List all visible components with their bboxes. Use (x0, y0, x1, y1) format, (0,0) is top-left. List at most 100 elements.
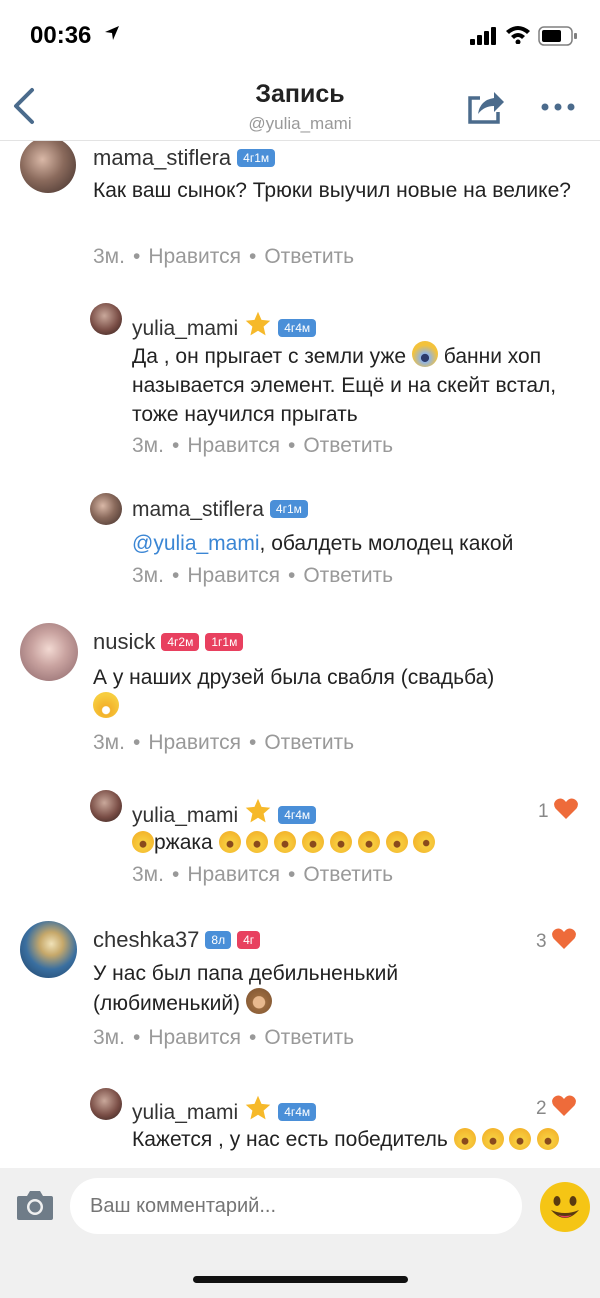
grinning-sweat-icon (93, 692, 119, 718)
comment-text-part: Да , он прыгает с земли уже (132, 345, 407, 368)
comment-meta: 3м. • Нравится • Ответить (93, 731, 355, 754)
laughing-tears-icon (132, 831, 154, 853)
page-title: Запись (255, 80, 345, 108)
comment-username[interactable]: yulia_mami 4г4м (132, 1094, 317, 1125)
like-count-value: 3 (536, 931, 547, 952)
comment-age: 3м. (93, 1026, 125, 1049)
like-link[interactable]: Нравится (148, 245, 241, 268)
comment-age: 3м. (132, 564, 164, 587)
heart-icon[interactable] (551, 927, 577, 951)
battery-icon (538, 26, 577, 46)
signal-icon (470, 27, 496, 45)
reply-link[interactable]: Ответить (264, 245, 354, 268)
like-link[interactable]: Нравится (148, 731, 241, 754)
reply-link[interactable]: Ответить (303, 863, 393, 886)
comment-meta: 3м. • Нравится • Ответить (132, 564, 394, 587)
comment-username[interactable]: cheshka37 8л 4г (93, 927, 261, 953)
user-badge: 4г4м (278, 319, 317, 337)
reply-link[interactable]: Ответить (264, 731, 354, 754)
reply-link[interactable]: Ответить (264, 1026, 354, 1049)
username-text[interactable]: cheshka37 (93, 927, 199, 952)
like-count[interactable]: 1 (538, 797, 579, 823)
comment-item: mama_stiflera 4г1м Как ваш сынок? Трюки в… (0, 141, 600, 281)
star-icon (245, 798, 271, 823)
comment-text-part: У нас был папа дебильненький (любименьки… (93, 962, 399, 1015)
reply-item: yulia_mami 4г4м Да , он прыгает с земли у… (0, 301, 600, 471)
avatar[interactable] (90, 1088, 122, 1120)
heart-icon[interactable] (551, 1094, 577, 1118)
username-text[interactable]: yulia_mami (132, 804, 238, 827)
comment-meta: 3м. • Нравится • Ответить (93, 245, 355, 268)
location-arrow-icon (105, 26, 119, 40)
username-text[interactable]: mama_stiflera (93, 145, 231, 170)
comment-text: Да , он прыгает с земли уже банни хоп на… (132, 341, 582, 429)
user-badge: 8л (205, 931, 232, 949)
status-time: 00:36 (30, 22, 92, 49)
mention-link[interactable]: @yulia_mami (132, 532, 260, 555)
comment-text-part: ржака (154, 831, 213, 854)
reply-link[interactable]: Ответить (303, 564, 393, 587)
comment-username[interactable]: mama_stiflera 4г1м (93, 145, 276, 171)
username-text[interactable]: mama_stiflera (132, 498, 264, 521)
comment-item: nusick 4г2м 1г1м А у наших друзей была сва… (0, 621, 600, 761)
comment-username[interactable]: yulia_mami 4г4м (132, 310, 317, 341)
username-text[interactable]: yulia_mami (132, 1101, 238, 1124)
more-icon[interactable] (540, 102, 576, 112)
comment-text: Как ваш сынок? Трюки выучил новые на вел… (93, 179, 571, 202)
heart-icon[interactable] (553, 797, 579, 821)
comment-meta: 3м. • Нравится • Ответить (132, 434, 394, 457)
avatar[interactable] (90, 493, 122, 525)
page-subtitle[interactable]: @yulia_mami (0, 114, 600, 134)
user-badge: 4г1м (237, 149, 276, 167)
like-link[interactable]: Нравится (148, 1026, 241, 1049)
star-icon (245, 1095, 271, 1120)
like-link[interactable]: Нравится (187, 863, 280, 886)
user-badge: 4г4м (278, 806, 317, 824)
comment-age: 3м. (132, 434, 164, 457)
screaming-face-icon (411, 341, 438, 367)
reply-item: mama_stiflera 4г1м @yulia_mami, обалдеть … (0, 491, 600, 601)
comment-text-part: Кажется , у нас есть победитель (132, 1128, 448, 1151)
like-count[interactable]: 3 (536, 927, 577, 953)
avatar[interactable] (20, 623, 78, 681)
comment-username[interactable]: mama_stiflera 4г1м (132, 498, 308, 522)
comment-age: 3м. (93, 731, 125, 754)
comments-feed[interactable]: mama_stiflera 4г1м Как ваш сынок? Трюки в… (0, 141, 600, 1168)
username-text[interactable]: yulia_mami (132, 317, 238, 340)
like-count[interactable]: 2 (536, 1094, 577, 1120)
comment-username[interactable]: yulia_mami 4г4м (132, 797, 317, 828)
comment-age: 3м. (93, 245, 125, 268)
comment-item: cheshka37 8л 4г 3 У нас был папа дебильнен… (0, 918, 600, 1058)
rolling-laughing-icon (413, 831, 436, 853)
laughing-tears-icon (218, 831, 414, 854)
avatar[interactable] (20, 141, 76, 193)
user-badge: 4г4м (278, 1103, 317, 1121)
comment-meta: 3м. • Нравится • Ответить (132, 863, 394, 886)
comment-input[interactable] (70, 1178, 522, 1234)
user-badge: 1г1м (205, 633, 244, 651)
comment-text: У нас был папа дебильненький (любименьки… (93, 959, 493, 1018)
reply-link[interactable]: Ответить (303, 434, 393, 457)
avatar[interactable] (90, 790, 122, 822)
reply-item: yulia_mami 4г4м 2 Кажется , у нас есть по… (0, 1086, 600, 1168)
like-link[interactable]: Нравится (187, 564, 280, 587)
star-icon (245, 311, 271, 336)
comment-username[interactable]: nusick 4г2м 1г1м (93, 629, 244, 655)
user-badge: 4г1м (269, 500, 308, 518)
username-text[interactable]: nusick (93, 629, 155, 654)
status-bar: 00:36 (0, 0, 600, 72)
like-count-value: 1 (538, 801, 549, 822)
home-indicator (193, 1276, 408, 1283)
comment-text: А у наших друзей была свабля (свадьба) (93, 663, 513, 722)
avatar[interactable] (20, 921, 77, 978)
camera-icon[interactable] (16, 1188, 54, 1222)
comment-text-part: , обалдеть молодец какой (259, 532, 514, 555)
emoji-picker-button[interactable] (540, 1182, 590, 1232)
share-icon[interactable] (464, 84, 506, 126)
comment-age: 3м. (132, 863, 164, 886)
avatar[interactable] (90, 303, 122, 335)
comment-text: ржака (132, 828, 582, 857)
smiley-icon (551, 1196, 579, 1218)
laughing-tears-icon (453, 1128, 560, 1151)
like-link[interactable]: Нравится (187, 434, 280, 457)
